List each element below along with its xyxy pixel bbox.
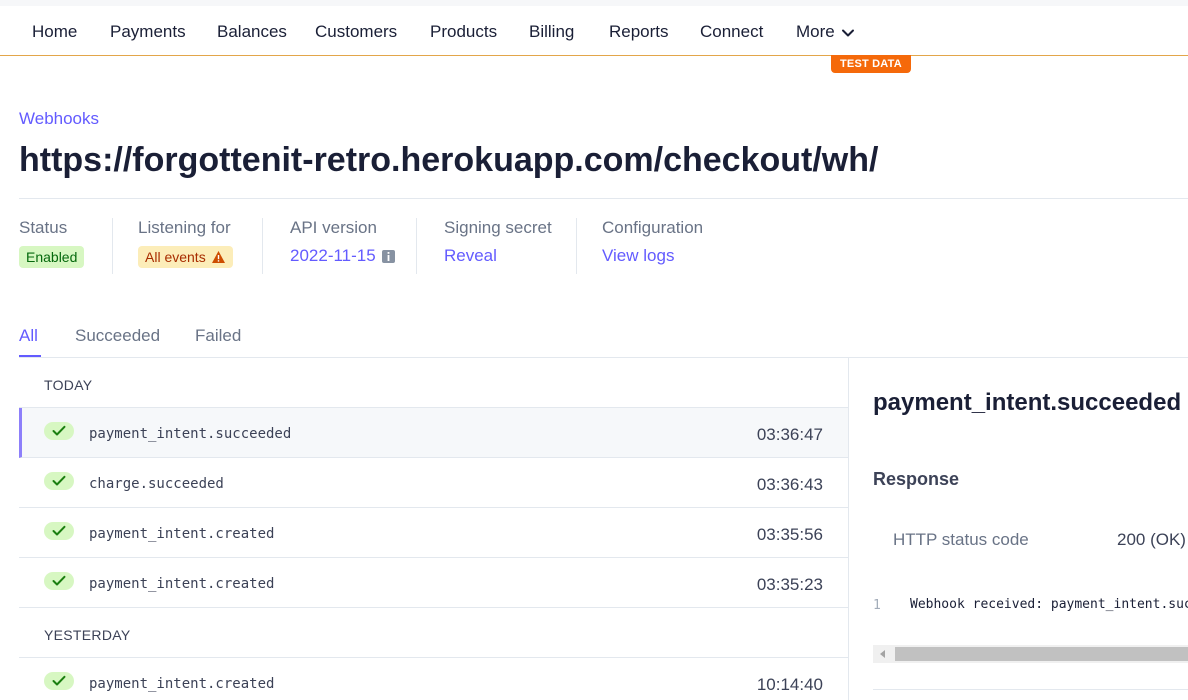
event-row[interactable]: payment_intent.created 03:35:56: [19, 508, 848, 558]
top-nav: Home Payments Balances Customers Product…: [0, 0, 1188, 56]
event-time: 03:35:56: [756, 525, 823, 544]
meta-divider: [262, 218, 263, 274]
reveal-secret-link[interactable]: Reveal: [444, 246, 497, 265]
listening-value: All events: [145, 249, 206, 265]
line-number: 1: [873, 598, 881, 613]
check-icon: [44, 472, 74, 490]
nav-products[interactable]: Products: [430, 22, 497, 42]
http-status-value: 200 (OK): [1117, 530, 1186, 549]
event-name: payment_intent.succeeded: [89, 426, 292, 442]
nav-balances[interactable]: Balances: [217, 22, 287, 42]
header-divider: [19, 198, 1188, 199]
check-icon: [44, 572, 74, 590]
meta-divider: [416, 218, 417, 274]
breadcrumb-webhooks[interactable]: Webhooks: [19, 109, 99, 129]
tab-succeeded[interactable]: Succeeded: [75, 326, 160, 346]
active-tab-indicator: [19, 355, 41, 357]
meta-divider: [112, 218, 113, 274]
event-time: 10:14:40: [756, 675, 823, 694]
http-status-label: HTTP status code: [893, 530, 1029, 549]
configuration-label: Configuration: [602, 218, 704, 237]
api-version-label: API version: [290, 218, 377, 237]
test-data-badge: TEST DATA: [831, 55, 911, 73]
check-icon: [44, 672, 74, 690]
view-logs-link[interactable]: View logs: [602, 246, 674, 265]
group-label: YESTERDAY: [44, 627, 131, 643]
detail-divider: [873, 689, 1188, 690]
pane-divider: [848, 358, 849, 700]
event-name: payment_intent.created: [89, 526, 275, 542]
info-icon[interactable]: [381, 249, 395, 263]
event-row[interactable]: payment_intent.created 10:14:40: [19, 658, 848, 700]
check-icon: [44, 422, 74, 440]
check-icon: [44, 522, 74, 540]
group-label: TODAY: [44, 377, 93, 393]
scrollbar-thumb[interactable]: [895, 647, 1188, 661]
event-time: 03:36:47: [756, 425, 823, 444]
nav-home[interactable]: Home: [32, 22, 77, 42]
meta-listening: Listening for All events: [138, 218, 233, 274]
tab-failed[interactable]: Failed: [195, 326, 241, 346]
tab-all[interactable]: All: [19, 326, 38, 346]
event-name: payment_intent.created: [89, 576, 275, 592]
nav-billing[interactable]: Billing: [529, 22, 574, 42]
meta-signing-secret: Signing secret Reveal: [444, 218, 552, 274]
event-row[interactable]: charge.succeeded 03:36:43: [19, 458, 848, 508]
response-body: 1 Webhook received: payment_intent.succe…: [863, 588, 1188, 672]
nav-more[interactable]: More: [796, 22, 855, 42]
meta-configuration: Configuration View logs: [602, 218, 703, 274]
warning-icon: [211, 251, 225, 263]
status-label: Status: [19, 218, 68, 237]
nav-connect[interactable]: Connect: [700, 22, 763, 42]
event-name: charge.succeeded: [89, 476, 224, 492]
meta-status: Status Enabled: [19, 218, 85, 274]
detail-title: payment_intent.succeeded: [873, 389, 1182, 416]
event-name: payment_intent.created: [89, 676, 275, 692]
chevron-down-icon: [841, 29, 854, 37]
nav-more-label: More: [796, 22, 835, 41]
events-list: TODAY payment_intent.succeeded 03:36:47 …: [19, 358, 848, 700]
event-row[interactable]: payment_intent.created 03:35:23: [19, 558, 848, 608]
event-time: 03:35:23: [756, 575, 823, 594]
meta-divider: [576, 218, 577, 274]
nav-reports[interactable]: Reports: [609, 22, 669, 42]
horizontal-scrollbar[interactable]: [873, 645, 1188, 663]
status-badge: Enabled: [19, 246, 85, 268]
group-header-today: TODAY: [19, 358, 848, 408]
page-title: https://forgottenit-retro.herokuapp.com/…: [19, 141, 879, 179]
event-time: 03:36:43: [756, 475, 823, 494]
nav-payments[interactable]: Payments: [110, 22, 186, 42]
nav-customers[interactable]: Customers: [315, 22, 397, 42]
group-header-yesterday: YESTERDAY: [19, 608, 848, 658]
signing-secret-label: Signing secret: [444, 218, 552, 237]
response-heading: Response: [873, 469, 960, 489]
event-row[interactable]: payment_intent.succeeded 03:36:47: [19, 408, 848, 458]
listening-label: Listening for: [138, 218, 231, 237]
listening-badge: All events: [138, 246, 233, 268]
response-text: Webhook received: payment_intent.succeed…: [910, 597, 1188, 612]
meta-api-version: API version 2022-11-15: [290, 218, 395, 274]
scroll-left-icon[interactable]: [873, 645, 893, 663]
api-version-link[interactable]: 2022-11-15: [290, 246, 376, 266]
